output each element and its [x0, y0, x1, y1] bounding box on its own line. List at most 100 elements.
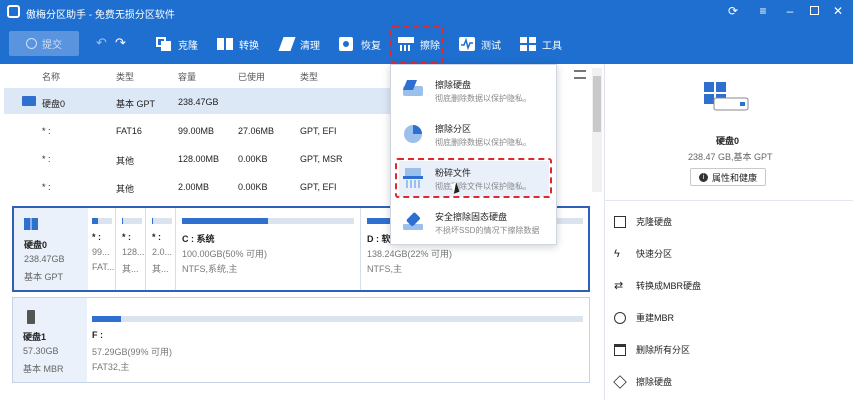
- action-clone-disk[interactable]: 克隆硬盘: [614, 215, 672, 228]
- column-settings-icon[interactable]: [574, 70, 586, 79]
- table-cell: * :: [42, 154, 51, 164]
- ssd-eraser-icon: [403, 212, 425, 232]
- menu-item-wipe-partition[interactable]: 擦除分区 彻底删除数据以保护隐私。: [399, 117, 549, 153]
- col-header-used[interactable]: 已使用: [238, 70, 265, 83]
- menu-item-wipe-disk[interactable]: 擦除硬盘 彻底删除数据以保护隐私。: [399, 73, 549, 109]
- close-icon[interactable]: ✕: [831, 4, 845, 18]
- disk-name: 硬盘0: [24, 240, 48, 250]
- partition-info: 其...: [122, 264, 139, 274]
- action-rebuild-mbr[interactable]: 重建MBR: [614, 311, 674, 324]
- divider: [115, 208, 116, 290]
- table-cell: * :: [42, 126, 51, 136]
- rebuild-icon: [614, 311, 626, 324]
- action-delete-all[interactable]: 删除所有分区: [614, 343, 690, 356]
- selected-disk-info: 238.47 GB,基本 GPT: [688, 152, 773, 162]
- partition-info: 100.00GB(50% 可用): [182, 249, 268, 259]
- refresh-icon[interactable]: ⟳: [726, 4, 740, 18]
- restore-label: 恢复: [361, 40, 381, 52]
- table-cell: FAT16: [116, 126, 142, 136]
- commit-button[interactable]: 提交: [9, 31, 79, 56]
- table-cell: 27.06MB: [238, 126, 275, 136]
- partition-usage-bar[interactable]: [92, 316, 583, 322]
- undo-icon[interactable]: ↶: [96, 35, 107, 51]
- table-cell: GPT, EFI: [300, 126, 337, 136]
- tools-grid-icon: [520, 37, 536, 51]
- partition-info: 128...: [122, 247, 145, 257]
- wipe-button-highlight: [390, 25, 444, 63]
- divider: [175, 208, 176, 290]
- convert-arrows-icon: ⇄: [614, 279, 624, 292]
- table-cell: GPT, EFI: [300, 182, 337, 192]
- table-cell: * :: [42, 182, 51, 192]
- table-cell: 其他: [116, 156, 135, 166]
- partition-info: 99...: [92, 247, 110, 257]
- scrollbar[interactable]: [592, 68, 602, 192]
- partition-info: FAT...: [92, 262, 115, 272]
- table-cell: 基本 GPT: [116, 99, 156, 109]
- disk-summary-0: 硬盘0 238.47GB 基本 GPT: [14, 208, 88, 290]
- wipe-partition-icon: [403, 124, 425, 144]
- properties-button[interactable]: i 属性和健康: [690, 168, 766, 186]
- partition-usage-bar[interactable]: [92, 218, 112, 224]
- action-label: 快速分区: [636, 249, 673, 259]
- test-button[interactable]: 测试: [459, 33, 501, 55]
- partition-usage-bar[interactable]: [122, 218, 142, 224]
- divider: [145, 208, 146, 290]
- menu-item-secure-erase-ssd[interactable]: 安全擦除固态硬盘 不损坏SSD的情况下擦除数据: [399, 205, 549, 241]
- action-label: 擦除硬盘: [636, 377, 673, 387]
- table-cell: 其他: [116, 184, 135, 194]
- table-cell: 硬盘0: [42, 99, 66, 109]
- partition-usage-fill: [152, 218, 154, 224]
- disk-summary-1: 硬盘1 57.30GB 基本 MBR: [13, 298, 87, 382]
- info-icon: i: [698, 172, 708, 182]
- app-logo-icon: [7, 5, 20, 18]
- table-cell: 0.00KB: [238, 154, 268, 164]
- partition-label: * :: [152, 232, 161, 242]
- partition-usage-fill: [92, 218, 98, 224]
- action-quick-partition[interactable]: ϟ 快速分区: [614, 247, 672, 260]
- pulse-icon: [459, 37, 475, 51]
- menu-item-desc: 不损坏SSD的情况下擦除数据: [435, 226, 540, 235]
- divider: [360, 208, 361, 290]
- col-header-name[interactable]: 名称: [42, 70, 60, 83]
- maximize-icon[interactable]: [807, 4, 821, 18]
- partition-label: C : 系统: [182, 234, 215, 244]
- menu-item-title: 安全擦除固态硬盘: [435, 212, 508, 222]
- action-label: 转换成MBR硬盘: [636, 281, 701, 291]
- redo-icon[interactable]: ↷: [115, 35, 126, 51]
- partition-info: NTFS,主: [367, 264, 402, 274]
- col-header-type[interactable]: 类型: [116, 70, 134, 83]
- disk-type: 基本 GPT: [24, 272, 64, 282]
- table-cell: 238.47GB: [178, 97, 219, 107]
- disk-name: 硬盘1: [23, 332, 47, 342]
- partition-usage-bar[interactable]: [152, 218, 172, 224]
- clone-button[interactable]: 克隆: [156, 33, 198, 55]
- col-header-fs[interactable]: 类型: [300, 70, 318, 83]
- properties-label: 属性和健康: [711, 172, 757, 183]
- disk-size: 238.47GB: [24, 254, 65, 264]
- disk-large-icon: [704, 82, 750, 112]
- trash-icon: [614, 343, 626, 356]
- wipe-dropdown-menu: 擦除硬盘 彻底删除数据以保护隐私。 擦除分区 彻底删除数据以保护隐私。 粉碎文件…: [390, 64, 557, 245]
- tools-button[interactable]: 工具: [520, 33, 562, 55]
- clone-icon: [156, 37, 172, 51]
- col-header-capacity[interactable]: 容量: [178, 70, 196, 83]
- table-cell: 0.00KB: [238, 182, 268, 192]
- convert-button[interactable]: 转换: [217, 33, 259, 55]
- wipe-disk-icon: [403, 80, 425, 100]
- convert-icon: [217, 37, 233, 51]
- restore-button[interactable]: 恢复: [339, 33, 381, 55]
- menu-icon[interactable]: ≡: [756, 4, 770, 18]
- menu-item-desc: 彻底删除数据以保护隐私。: [435, 138, 531, 147]
- title-bar: 傲梅分区助手 - 免费无损分区软件 ⟳ ≡ – ✕: [0, 0, 853, 24]
- partition-info: 57.29GB(99% 可用): [92, 347, 173, 357]
- minimize-icon[interactable]: –: [783, 4, 797, 18]
- action-wipe-disk[interactable]: 擦除硬盘: [613, 374, 673, 389]
- disk-row-icon: [22, 96, 36, 106]
- action-label: 重建MBR: [636, 313, 674, 323]
- partition-usage-bar[interactable]: [182, 218, 354, 224]
- clean-button[interactable]: 清理: [278, 33, 320, 55]
- table-cell: 99.00MB: [178, 126, 215, 136]
- action-convert-mbr[interactable]: ⇄ 转换成MBR硬盘: [614, 279, 701, 292]
- selected-disk-name: 硬盘0: [716, 136, 740, 146]
